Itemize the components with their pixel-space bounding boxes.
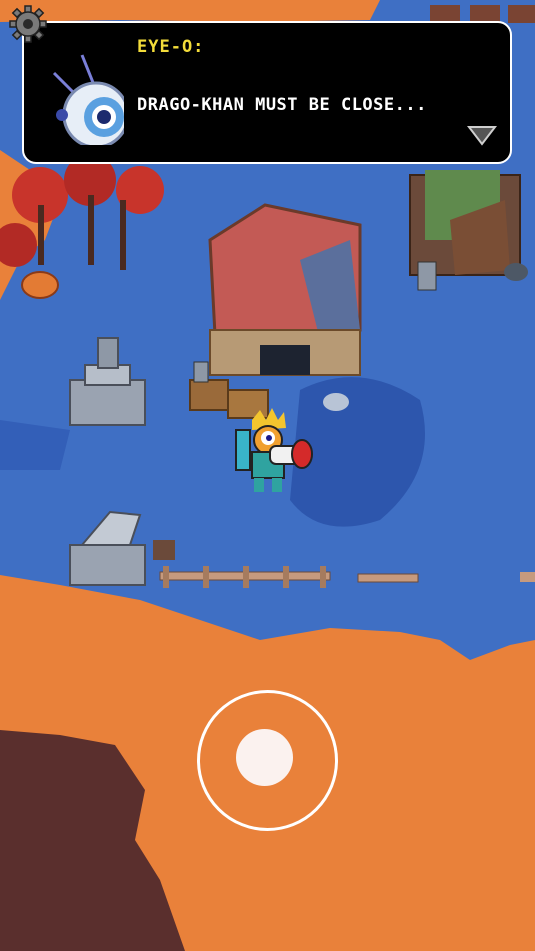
dialog-box: EYE-O: DRAGO-KHAN MUST BE CLOSE...: [22, 21, 512, 164]
dialog-speaker-name: EYE-O:: [137, 37, 205, 57]
orange-ground-top: [0, 0, 380, 22]
orange-bush: [21, 271, 59, 299]
dialog-message: DRAGO-KHAN MUST BE CLOSE...: [137, 95, 427, 115]
eye-o-portrait: [44, 45, 130, 149]
joystick-knob[interactable]: [236, 729, 293, 786]
ruin: [409, 170, 528, 291]
virtual-joystick[interactable]: [197, 690, 338, 831]
triangle-down-icon[interactable]: [466, 125, 498, 147]
gear-icon[interactable]: [8, 4, 48, 44]
